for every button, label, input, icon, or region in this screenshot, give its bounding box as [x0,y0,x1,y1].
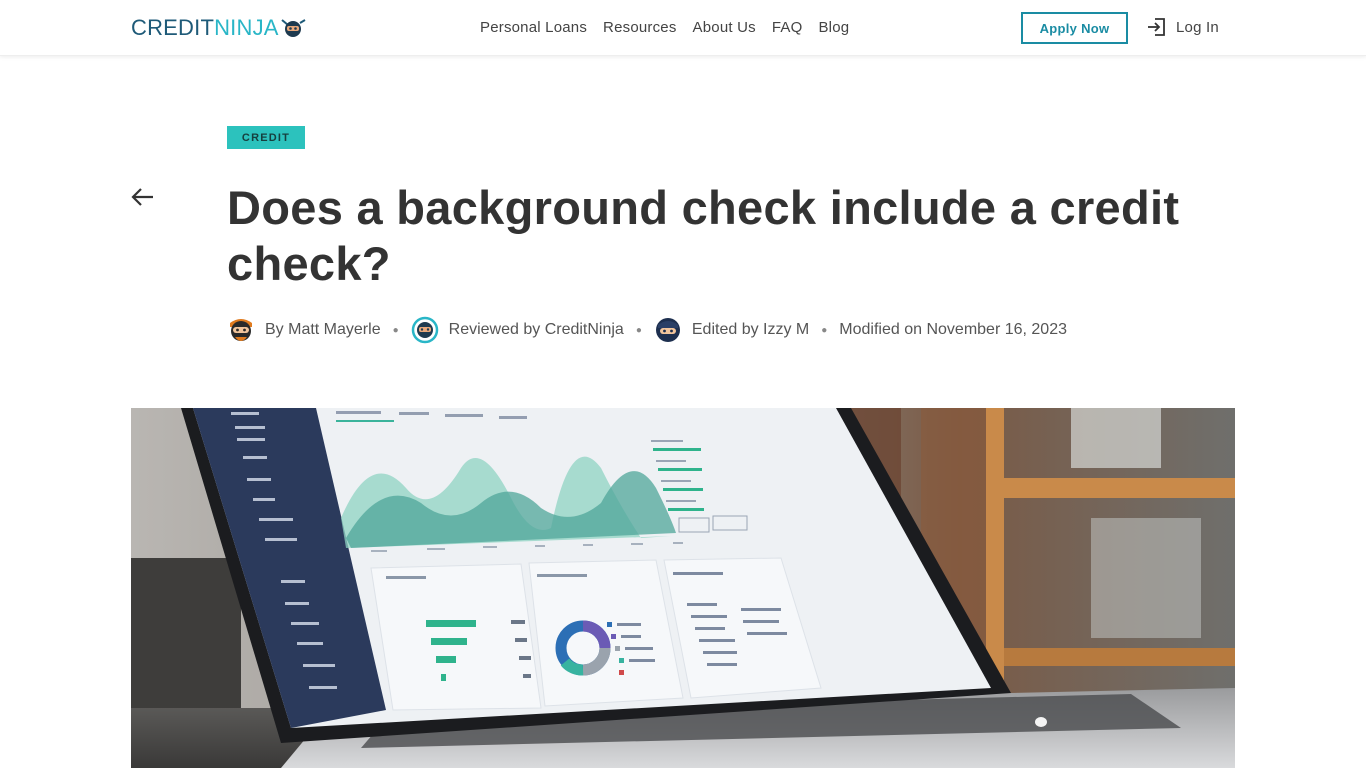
nav-faq[interactable]: FAQ [772,18,803,38]
author-avatar-icon [230,319,252,341]
article-title: Does a background check include a credit… [227,181,1180,290]
creditninja-logo[interactable]: CREDITNINJA [131,14,306,42]
editor-name: Edited by Izzy M [691,321,810,338]
logo-text-ninja: NINJA [214,15,279,40]
site-header: CREDITNINJA Personal Loans Resources Abo… [0,0,1366,56]
laptop-dashboard-photo [131,408,1235,768]
article-byline: By Matt Mayerle ● Reviewed by CreditNinj… [227,314,1067,346]
reviewer-avatar-icon [411,316,438,344]
log-in-link[interactable]: Log In [1146,17,1219,37]
reviewer-name: Reviewed by CreditNinja [448,321,624,338]
nav-blog[interactable]: Blog [818,18,849,38]
editor-avatar-icon [655,318,680,342]
nav-about-us[interactable]: About Us [693,18,756,38]
back-arrow-icon[interactable] [131,186,155,208]
category-badge[interactable]: CREDIT [227,126,305,149]
nav-resources[interactable]: Resources [603,18,677,38]
logo-text-credit: CREDIT [131,15,215,40]
ninja-mascot-icon [281,19,306,37]
modified-date: Modified on November 16, 2023 [839,321,1067,338]
login-icon [1148,18,1165,36]
nav-personal-loans[interactable]: Personal Loans [480,18,587,38]
byline-separator: ● [635,324,642,336]
author-name[interactable]: By Matt Mayerle [265,321,381,339]
apply-now-button[interactable]: Apply Now [1021,12,1128,44]
log-in-label: Log In [1176,18,1219,36]
hero-image [131,408,1235,768]
main-nav: Personal Loans Resources About Us FAQ Bl… [480,18,849,38]
byline-separator: ● [821,324,828,336]
byline-separator: ● [392,324,399,336]
